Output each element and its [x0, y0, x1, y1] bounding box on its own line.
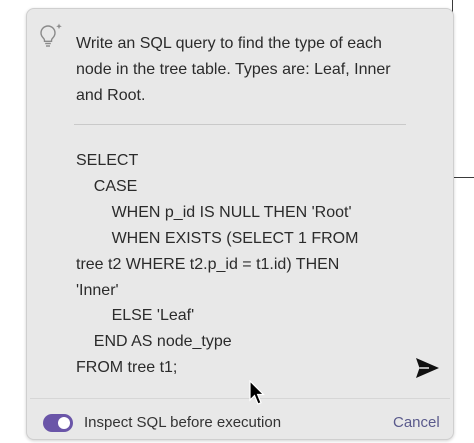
sql-line: END AS node_type — [76, 333, 232, 351]
sql-line: CASE — [76, 177, 138, 195]
sql-line: WHEN EXISTS (SELECT 1 FROM — [76, 229, 359, 247]
sql-line: SELECT — [76, 152, 139, 169]
screen: Write an SQL query to find the type of e… — [0, 0, 474, 443]
inspect-sql-toggle[interactable] — [43, 414, 73, 432]
sql-line: FROM tree t1; — [76, 359, 178, 377]
send-icon[interactable] — [413, 356, 441, 380]
background-window-edge-bottom — [452, 177, 474, 178]
sql-line: tree t2 WHERE t2.p_id = t1.id) THEN — [76, 255, 340, 273]
sql-line: WHEN p_id IS NULL THEN 'Root' — [76, 203, 352, 221]
inspect-sql-label: Inspect SQL before execution — [84, 414, 282, 431]
sql-line: ELSE 'Leaf' — [76, 307, 195, 325]
prompt-text: Write an SQL query to find the type of e… — [76, 35, 396, 104]
generated-sql-code[interactable]: SELECT CASE WHEN p_id IS NULL THEN 'Root… — [76, 148, 396, 381]
toggle-knob — [58, 417, 70, 429]
cancel-button[interactable]: Cancel — [393, 414, 440, 432]
section-divider — [74, 124, 406, 125]
sql-line: 'Inner' — [76, 281, 119, 299]
lightbulb-sparkle-icon — [40, 23, 62, 47]
mouse-cursor-icon — [249, 380, 265, 405]
footer-divider — [30, 398, 450, 399]
